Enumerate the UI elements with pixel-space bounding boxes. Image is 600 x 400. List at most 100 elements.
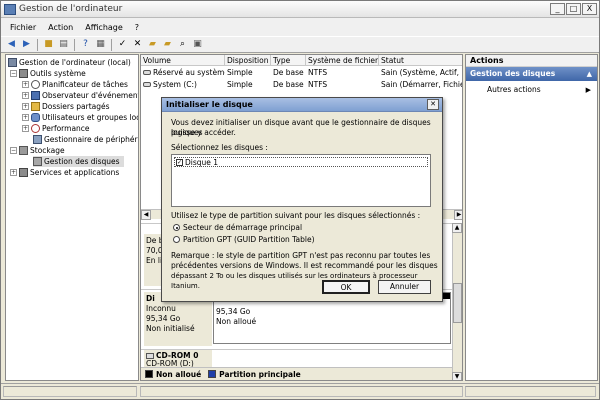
device-manager-icon <box>33 135 42 144</box>
ok-button[interactable]: OK <box>322 280 370 294</box>
tree-item-services[interactable]: + Services et applications <box>10 167 119 178</box>
minimize-button[interactable]: _ <box>550 3 565 15</box>
up-folder-icon[interactable]: ■ <box>42 38 55 51</box>
radio-mbr-label: Secteur de démarrage principal <box>183 223 303 232</box>
tree-item-dossiers[interactable]: + Dossiers partagés <box>22 101 110 112</box>
disk-management-icon <box>33 157 42 166</box>
maximize-button[interactable]: □ <box>566 3 581 15</box>
cancel-button[interactable]: Annuler <box>378 280 431 294</box>
partition-type-label: Utilisez le type de partition suivant po… <box>171 211 421 220</box>
tree-label: Observateur d'événements <box>42 91 139 100</box>
disk-list-item[interactable]: ✓ Disque 1 <box>174 157 428 167</box>
col-disposition[interactable]: Disposition <box>225 55 271 66</box>
tree-label: Outils système <box>30 69 86 78</box>
radio-mbr[interactable]: Secteur de démarrage principal <box>173 223 302 232</box>
scroll-left-icon[interactable]: ◀ <box>141 210 151 220</box>
tree-label: Performance <box>42 124 90 133</box>
event-viewer-icon <box>31 91 40 100</box>
legend-unallocated: Non alloué <box>156 369 202 379</box>
toolbar: ◀ ▶ ■ ▤ ? ▦ ✓ ✕ ▰ ▰ ⌕ ▣ <box>1 36 599 53</box>
collapse-icon[interactable]: − <box>10 147 17 154</box>
initialize-disk-dialog: Initialiser le disque ✕ Vous devez initi… <box>161 97 443 302</box>
tree-item-root[interactable]: Gestion de l'ordinateur (local) <box>8 57 131 68</box>
tree-item-periph[interactable]: Gestionnaire de périphériques <box>33 134 138 145</box>
cell-type: De base <box>273 68 304 77</box>
radio-gpt[interactable]: Partition GPT (GUID Partition Table) <box>173 235 315 244</box>
tree-label: Dossiers partagés <box>42 102 110 111</box>
cdrom-name: CD-ROM 0 <box>146 352 210 360</box>
collapse-up-icon[interactable]: ▲ <box>587 67 592 81</box>
scroll-down-icon[interactable]: ▼ <box>452 372 462 380</box>
show-tree-icon[interactable]: ▤ <box>57 38 70 51</box>
delete-icon[interactable]: ✕ <box>131 38 144 51</box>
expand-icon[interactable]: + <box>22 103 29 110</box>
back-arrow-icon[interactable]: ◀ <box>5 38 18 51</box>
disk-icon[interactable]: ▣ <box>191 38 204 51</box>
volume-icon <box>143 70 151 75</box>
menu-help[interactable]: ? <box>129 23 145 32</box>
scroll-up-icon[interactable]: ▲ <box>452 223 462 233</box>
expand-icon[interactable]: + <box>22 114 29 121</box>
col-type[interactable]: Type <box>271 55 306 66</box>
disk-1-type: Inconnu <box>146 304 176 313</box>
menu-fichier[interactable]: Fichier <box>4 23 42 32</box>
volume-icon <box>143 82 151 87</box>
tree-item-planif[interactable]: + Planificateur de tâches <box>22 79 128 90</box>
collapse-icon[interactable]: − <box>10 70 17 77</box>
cell-status: Sain (Démarrer, Fichier d <box>381 80 462 89</box>
tree-label: Gestion de l'ordinateur (local) <box>19 58 131 67</box>
search-icon[interactable]: ⌕ <box>176 38 189 51</box>
tree-item-users[interactable]: + Utilisateurs et groupes locaux <box>22 112 138 123</box>
gpt-note-line1: Remarque : le style de partition GPT n'e… <box>171 251 431 260</box>
toolbar-separator <box>111 38 112 51</box>
tree-item-outils[interactable]: − Outils système <box>10 68 86 79</box>
status-pane-3 <box>465 386 596 397</box>
dialog-close-icon[interactable]: ✕ <box>427 99 439 110</box>
expand-icon[interactable]: + <box>10 169 17 176</box>
cell-filesystem: NTFS <box>308 80 328 89</box>
actions-section-gestion[interactable]: Gestion des disques ▲ <box>466 67 597 81</box>
cdrom-row[interactable]: CD-ROM 0 CD-ROM (D:) <box>141 349 453 370</box>
radio-gpt-label: Partition GPT (GUID Partition Table) <box>183 235 315 244</box>
cell-status: Sain (Système, Actif, Par <box>381 68 462 77</box>
scroll-right-icon[interactable]: ▶ <box>454 210 462 220</box>
tree-item-stockage[interactable]: − Stockage <box>10 145 65 156</box>
disk-checkbox[interactable]: ✓ <box>176 158 183 166</box>
radio-gpt-icon[interactable] <box>173 236 180 243</box>
forward-arrow-icon[interactable]: ▶ <box>20 38 33 51</box>
folder-icon[interactable]: ▰ <box>161 38 174 51</box>
col-volume[interactable]: Volume <box>141 55 225 66</box>
close-button[interactable]: X <box>582 3 597 15</box>
region-size: 95,34 Go <box>216 307 251 316</box>
scroll-thumb[interactable] <box>453 283 462 323</box>
col-status[interactable]: Statut <box>379 55 462 66</box>
tree-item-disques[interactable]: Gestion des disques <box>33 156 124 167</box>
col-filesystem[interactable]: Système de fichiers <box>306 55 379 66</box>
expand-icon[interactable]: + <box>22 125 29 132</box>
check-icon[interactable]: ✓ <box>116 38 129 51</box>
expand-icon[interactable]: + <box>22 81 29 88</box>
tree-item-perf[interactable]: + Performance <box>22 123 90 134</box>
expand-icon[interactable]: + <box>22 92 29 99</box>
cell-volume: Réservé au système <box>153 68 225 77</box>
action-autres-label: Autres actions <box>487 85 541 94</box>
menu-affichage[interactable]: Affichage <box>79 23 129 32</box>
open-folder-icon[interactable]: ▰ <box>146 38 159 51</box>
computer-icon <box>8 58 17 67</box>
cell-type: De base <box>273 80 304 89</box>
menu-action[interactable]: Action <box>42 23 79 32</box>
table-row[interactable]: System (C:) Simple De base NTFS Sain (Dé… <box>141 79 462 90</box>
tree-item-observ[interactable]: + Observateur d'événements <box>22 90 139 101</box>
clock-icon <box>31 80 40 89</box>
radio-mbr-selected-icon[interactable] <box>173 224 180 231</box>
performance-icon <box>31 124 40 133</box>
help-icon[interactable]: ? <box>79 38 92 51</box>
services-icon <box>19 168 28 177</box>
action-autres[interactable]: Autres actions ▶ <box>466 84 597 96</box>
disk-list[interactable]: ✓ Disque 1 <box>171 154 431 207</box>
cell-filesystem: NTFS <box>308 68 328 77</box>
properties-icon[interactable]: ▦ <box>94 38 107 51</box>
cell-volume: System (C:) <box>153 80 197 89</box>
table-row[interactable]: Réservé au système Simple De base NTFS S… <box>141 67 462 78</box>
vertical-scrollbar[interactable]: ▲ ▼ <box>452 223 462 380</box>
